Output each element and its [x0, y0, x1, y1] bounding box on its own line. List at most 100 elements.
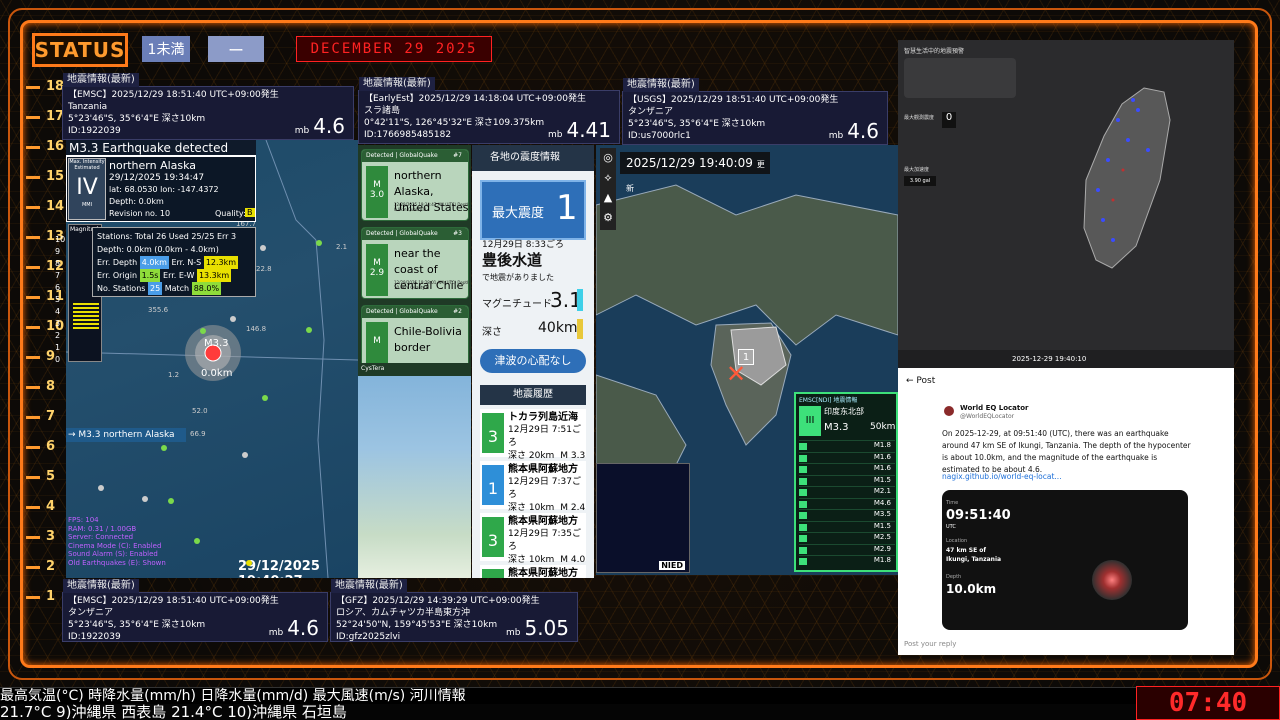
- station-dot: [262, 395, 268, 401]
- gq-num: #3: [453, 230, 462, 237]
- history-region: 熊本県阿蘇地方: [508, 516, 578, 527]
- emsc-list-item[interactable]: M1.6: [799, 463, 895, 475]
- mag-scale-label: 0: [55, 355, 61, 364]
- scale-tick: [26, 446, 40, 449]
- history-item[interactable]: 1 熊本県阿蘇地方 12月29日 7:37ごろ 深さ 10km M 2.4: [480, 461, 586, 513]
- eq-line1: 【USGS】2025/12/29 18:51:40 UTC+09:00発生: [628, 95, 839, 105]
- emsc-list-mag: M2.9: [873, 544, 891, 553]
- x-post-panel[interactable]: ← Post World EQ Locator @WorldEQLocator …: [898, 368, 1234, 655]
- scale-label: 9: [46, 349, 56, 364]
- err-ns: 12.3km: [203, 256, 239, 269]
- emsc-list-item[interactable]: M1.5: [799, 474, 895, 487]
- scale-tick: [26, 296, 40, 299]
- gq-card[interactable]: Detected | GlobalQuake #3 M 2.9 near the coa…: [361, 227, 469, 299]
- history-time: 12月29日 7:37ごろ: [508, 477, 581, 500]
- gq-num: #7: [453, 152, 462, 159]
- alert-region: northern Alaska: [109, 159, 197, 172]
- gq-card[interactable]: Detected | GlobalQuake #2 M Chile-Bolivia b…: [361, 305, 469, 363]
- post-link[interactable]: nagix.github.io/world-eq-locat...: [942, 472, 1062, 481]
- emsc-list-item[interactable]: M2.1: [799, 486, 895, 498]
- emsc-list-item[interactable]: M1.5: [799, 520, 895, 533]
- post-handle[interactable]: @WorldEQLocator: [960, 413, 1014, 420]
- emsc-list-item[interactable]: M1.6: [799, 451, 895, 464]
- reply-input[interactable]: Post your reply: [904, 640, 956, 648]
- eq-info-box: 地震情報(最新) 【GFZ】2025/12/29 14:39:29 UTC+09:…: [330, 579, 578, 642]
- side-alert: → M3.3 northern Alaska: [66, 428, 186, 442]
- date-display: DECEMBER 29 2025: [296, 36, 492, 62]
- mini-map: NIED: [596, 463, 690, 573]
- japan-time: 2025/12/29 19:40:09: [626, 156, 753, 170]
- history-mag: M 3.3: [560, 451, 586, 461]
- emsc-list-badge: [799, 500, 807, 508]
- history-text: 熊本県阿蘇地方: [508, 567, 578, 578]
- eq-mag: mb 4.6: [829, 121, 879, 142]
- intensity-marker: 1: [738, 349, 754, 365]
- station-dot: [142, 496, 148, 502]
- eq-header: 地震情報(最新): [623, 78, 699, 92]
- emsc-list-item[interactable]: M2.5: [799, 532, 895, 544]
- gq-m-label: M: [373, 258, 381, 268]
- history-mag: M 2.4: [560, 503, 586, 513]
- mag-scale-label: 5: [55, 295, 61, 304]
- station-dot: [194, 538, 200, 544]
- post-back[interactable]: ← Post: [906, 376, 935, 386]
- level-tag: 1未満: [142, 36, 190, 62]
- toolbar-icons[interactable]: ◎ ⟡ ▲ ⚙: [600, 148, 616, 228]
- quake-depth-label: 0.0km: [201, 368, 233, 379]
- history-depth: 深さ 10km: [508, 555, 555, 565]
- history-item[interactable]: 熊本県阿蘇地方: [480, 565, 586, 578]
- scale-label: 3: [46, 529, 56, 544]
- mag-scale-label: 4: [55, 307, 61, 316]
- history-intensity: 3: [482, 517, 504, 557]
- post-image[interactable]: Time 09:51:40 UTC Location 47 km SE of I…: [942, 490, 1188, 630]
- gq-m-label: M: [373, 336, 381, 346]
- status-list: FPS: 104 RAM: 0.31 / 1.00GB Server: Connec…: [68, 516, 166, 567]
- post-author[interactable]: World EQ Locator: [960, 404, 1029, 412]
- stations: 25: [147, 282, 163, 295]
- eq-line1: 【EMSC】2025/12/29 18:51:40 UTC+09:00発生: [68, 90, 279, 100]
- gq-card-header: Detected | GlobalQuake #3: [362, 228, 468, 240]
- tsunami-notice: 津波の心配なし: [480, 349, 586, 373]
- emsc-list-badge: [799, 512, 807, 519]
- tw-time: 2025-12-29 19:40:10: [898, 350, 1234, 368]
- eq-mag-value: 4.6: [313, 114, 345, 138]
- gq-mag: M 3.0: [366, 166, 388, 218]
- back-arrow-icon[interactable]: ←: [906, 376, 914, 386]
- station-dot: [230, 316, 236, 322]
- globalquake-list[interactable]: Detected | GlobalQuake #7 M 3.0 northern Ala…: [358, 145, 471, 363]
- emsc-list-mag: M4.6: [873, 498, 891, 507]
- emsc-list-item[interactable]: M4.6: [799, 497, 895, 510]
- img-depth-label: Depth: [946, 574, 962, 580]
- status-label: STATUS: [32, 33, 128, 67]
- emsc-list-item[interactable]: M1.8: [799, 555, 895, 567]
- eq-mag: mb 4.41: [548, 120, 611, 141]
- emsc-list-badge: [799, 489, 807, 496]
- station-value: 66.9: [190, 430, 206, 438]
- post-text: On 2025-12-29, at 09:51:40 (UTC), there …: [942, 429, 1191, 474]
- err-origin-label: Err. Origin: [97, 271, 138, 280]
- satellite-map[interactable]: CysTera: [358, 363, 471, 578]
- status-line: FPS: 104: [68, 516, 99, 524]
- status-line: RAM: 0.31 / 1.00GB: [68, 524, 137, 533]
- history-region: 熊本県阿蘇地方: [508, 464, 578, 475]
- jma-depth-label: 深さ: [482, 327, 502, 338]
- history-time: 12月29日 7:51ごろ: [508, 425, 581, 448]
- emsc-list-item[interactable]: M2.9: [799, 543, 895, 556]
- emsc-list-mag: M3.5: [873, 510, 891, 518]
- avatar[interactable]: [944, 406, 954, 416]
- weather-ticker: 最高気温(°C) 時降水量(mm/h) 日降水量(mm/d) 最大風速(m/s)…: [0, 687, 1280, 704]
- eq-header: 地震情報(最新): [63, 73, 139, 87]
- gq-card[interactable]: Detected | GlobalQuake #7 M 3.0 northern Ala…: [361, 149, 469, 221]
- scale-tick: [26, 386, 40, 389]
- emsc-list-item[interactable]: M1.8: [799, 440, 895, 452]
- intensity-value: IV: [76, 175, 98, 200]
- intensity-box: Max. Intensity Estimated IV MMI: [68, 158, 106, 220]
- eq-info-box: 地震情報(最新) 【USGS】2025/12/29 18:51:40 UTC+09…: [622, 78, 888, 145]
- history-item[interactable]: 3 トカラ列島近海 12月29日 7:51ごろ 深さ 20km M 3.3: [480, 409, 586, 461]
- eq-mag-value: 4.41: [566, 118, 611, 142]
- history-item[interactable]: 3 熊本県阿蘇地方 12月29日 7:35ごろ 深さ 10km M 4.0: [480, 513, 586, 565]
- map-toolbar[interactable]: ◎ ⟡ ▲ ⚙: [600, 148, 616, 230]
- emsc-list-item[interactable]: M3.5: [799, 509, 895, 521]
- eq-header: 地震情報(最新): [359, 77, 435, 91]
- magnitude-fill: [73, 303, 99, 329]
